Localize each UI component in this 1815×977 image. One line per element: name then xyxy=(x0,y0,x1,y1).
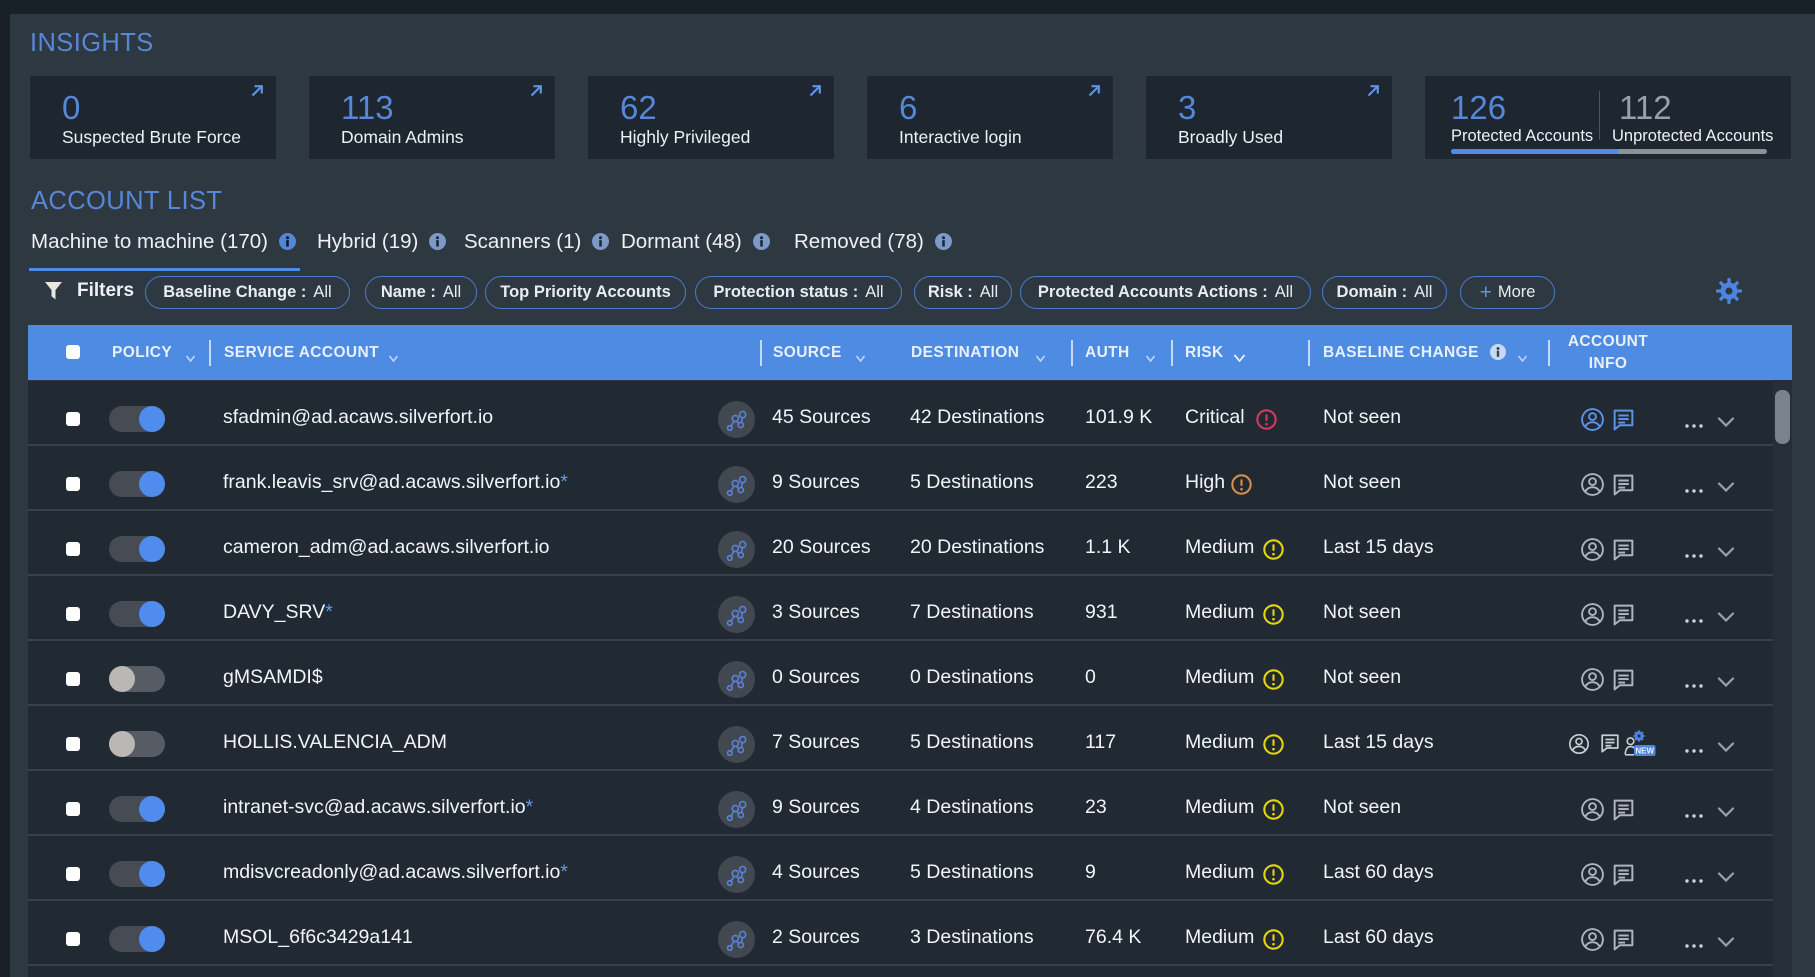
svg-text:NEW: NEW xyxy=(1635,747,1654,756)
